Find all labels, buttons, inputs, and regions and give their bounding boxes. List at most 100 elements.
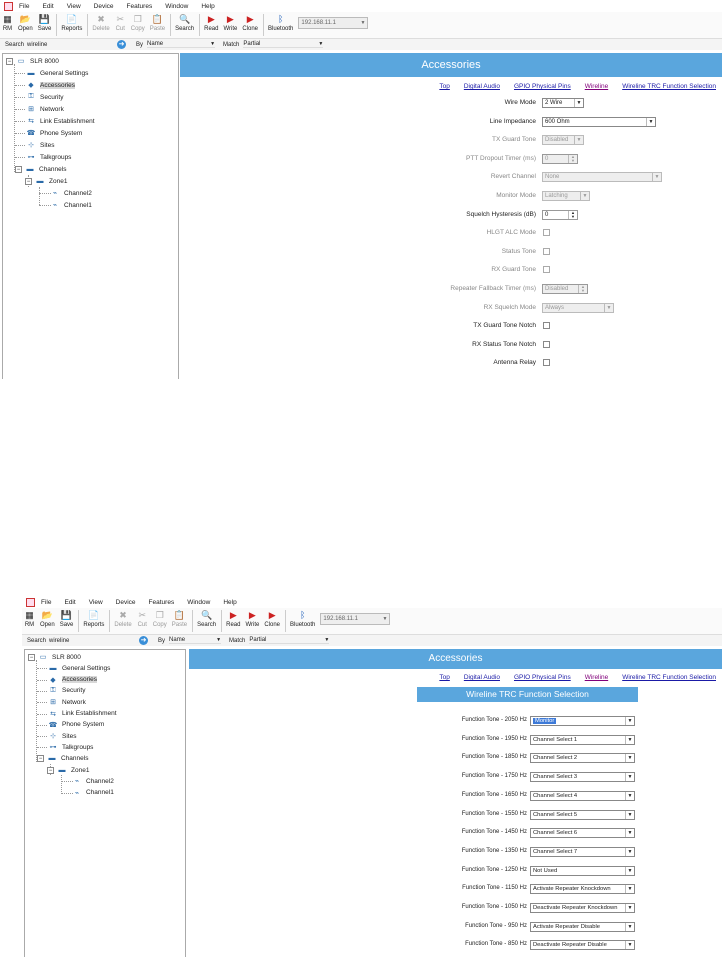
rx-status-tone-notch-checkbox[interactable] <box>543 340 550 348</box>
function-tone-950-hz-select[interactable]: Activate Repeater Disable ▼ <box>530 921 635 932</box>
function-tone-1150-hz-select[interactable]: Activate Repeater Knockdown ▼ <box>530 884 635 895</box>
search-go-icon[interactable]: ➜ <box>139 636 149 645</box>
delete-button[interactable]: ✖ Delete <box>114 610 131 628</box>
save-button[interactable]: 💾 Save <box>60 610 74 628</box>
repeater-fallback-timer-ms-stepper[interactable]: Disabled ▲ ▼ <box>542 284 588 294</box>
revert-channel-select[interactable]: None ▼ <box>542 172 662 183</box>
tree-item-phone-system[interactable]: ☎ Phone System <box>25 129 83 138</box>
tree-item-link-establishment[interactable]: ⇆ Link Establishment <box>47 710 117 718</box>
rx-guard-tone-checkbox[interactable] <box>543 266 550 274</box>
rx-squelch-mode-select[interactable]: Always ▼ <box>542 302 614 313</box>
cut-button[interactable]: ✂ Cut <box>115 14 126 32</box>
tree-item-channel1[interactable]: ⌁ Channel1 <box>71 789 114 797</box>
tree-item-slr-8000[interactable]: − ▭ SLR 8000 <box>28 653 81 661</box>
function-tone-850-hz-select[interactable]: Deactivate Repeater Disable ▼ <box>530 940 635 951</box>
function-tone-1850-hz-select[interactable]: Channel Select 2 ▼ <box>530 753 635 764</box>
tree-item-talkgroups[interactable]: ⊶ Talkgroups <box>47 743 94 752</box>
tree-collapse-toggle[interactable]: − <box>25 177 32 185</box>
clone-button[interactable]: ▶ Clone <box>242 14 258 32</box>
rm-button[interactable]: ▦ RM <box>2 14 13 32</box>
copy-button[interactable]: ❐ Copy <box>153 610 167 628</box>
tree-item-accessories[interactable]: ◆ Accessories <box>47 676 98 684</box>
link-wireline-trc-function-selection[interactable]: Wireline TRC Function Selection <box>622 674 716 681</box>
menu-help[interactable]: Help <box>201 3 214 10</box>
tree-item-network[interactable]: ⊞ Network <box>47 698 86 707</box>
bluetooth-button[interactable]: ᛒ Bluetooth <box>268 14 293 32</box>
search-button[interactable]: 🔍 Search <box>175 14 194 32</box>
tree-collapse-toggle[interactable]: − <box>37 755 44 763</box>
tree-item-channels[interactable]: − ▬ Channels <box>15 165 66 173</box>
function-tone-1050-hz-select[interactable]: Deactivate Repeater Knockdown ▼ <box>530 903 635 913</box>
menu-features[interactable]: Features <box>149 599 175 606</box>
cut-button[interactable]: ✂ Cut <box>137 610 148 628</box>
menu-help[interactable]: Help <box>223 599 236 606</box>
squelch-hysteresis-db-stepper[interactable]: 0 ▲ ▼ <box>542 209 578 220</box>
menu-file[interactable]: File <box>41 599 51 606</box>
tree-item-security[interactable]: ⚿ Security <box>25 93 63 101</box>
menu-features[interactable]: Features <box>127 3 153 10</box>
paste-button[interactable]: 📋 Paste <box>172 610 187 628</box>
function-tone-1350-hz-select[interactable]: Channel Select 7 ▼ <box>530 846 635 857</box>
read-button[interactable]: ▶ Read <box>226 610 240 628</box>
menu-window[interactable]: Window <box>165 3 188 10</box>
tree-item-link-establishment[interactable]: ⇆ Link Establishment <box>25 117 95 126</box>
monitor-mode-select[interactable]: Latching ▼ <box>542 191 590 201</box>
tree-item-channel1[interactable]: ⌁ Channel1 <box>49 201 92 210</box>
menu-view[interactable]: View <box>89 599 103 606</box>
open-button[interactable]: 📂 Open <box>18 14 33 32</box>
wire-mode-select[interactable]: 2 Wire ▼ <box>542 98 584 108</box>
tree-item-sites[interactable]: ⊹ Sites <box>47 732 76 741</box>
search-input[interactable]: wireline <box>27 42 117 48</box>
by-select[interactable]: Name ▼ <box>169 637 222 644</box>
tree-item-network[interactable]: ⊞ Network <box>25 105 64 114</box>
tree-item-channels[interactable]: − ▬ Channels <box>37 755 88 763</box>
tree-item-zone1[interactable]: − ▬ Zone1 <box>47 766 89 774</box>
tree-collapse-toggle[interactable]: − <box>28 653 35 661</box>
function-tone-2050-hz-select[interactable]: Monitor ▼ <box>530 716 635 726</box>
bluetooth-button[interactable]: ᛒ Bluetooth <box>290 610 315 628</box>
function-tone-1950-hz-select[interactable]: Channel Select 1 ▼ <box>530 734 635 745</box>
match-select[interactable]: Partial ▼ <box>249 637 330 644</box>
link-wireline[interactable]: Wireline <box>585 674 608 681</box>
open-button[interactable]: 📂 Open <box>40 610 55 628</box>
tree-item-general-settings[interactable]: ▬ General Settings <box>47 664 111 672</box>
menu-edit[interactable]: Edit <box>64 599 75 606</box>
menu-window[interactable]: Window <box>187 599 210 606</box>
by-select[interactable]: Name ▼ <box>147 41 216 48</box>
tree-item-security[interactable]: ⚿ Security <box>47 687 85 695</box>
paste-button[interactable]: 📋 Paste <box>150 14 165 32</box>
tx-guard-tone-notch-checkbox[interactable] <box>543 322 550 330</box>
tree-item-accessories[interactable]: ◆ Accessories <box>25 81 76 89</box>
save-button[interactable]: 💾 Save <box>38 14 52 32</box>
tree-collapse-toggle[interactable]: − <box>6 57 13 65</box>
search-button[interactable]: 🔍 Search <box>197 610 216 628</box>
tree-collapse-toggle[interactable]: − <box>15 165 22 173</box>
match-select[interactable]: Partial ▼ <box>243 41 324 48</box>
link-digital-audio[interactable]: Digital Audio <box>464 83 500 90</box>
tree-item-phone-system[interactable]: ☎ Phone System <box>47 721 105 729</box>
link-gpio-physical-pins[interactable]: GPIO Physical Pins <box>514 83 571 90</box>
menu-file[interactable]: File <box>19 3 29 10</box>
tree-item-talkgroups[interactable]: ⊶ Talkgroups <box>25 153 72 162</box>
tx-guard-tone-select[interactable]: Disabled ▼ <box>542 135 584 146</box>
link-wireline-trc-function-selection[interactable]: Wireline TRC Function Selection <box>622 83 716 90</box>
tree-item-channel2[interactable]: ⌁ Channel2 <box>71 777 114 786</box>
write-button[interactable]: ▶ Write <box>223 14 237 32</box>
menu-device[interactable]: Device <box>94 3 114 10</box>
tree-item-channel2[interactable]: ⌁ Channel2 <box>49 189 92 198</box>
function-tone-1250-hz-select[interactable]: Not Used ▼ <box>530 865 635 876</box>
menu-edit[interactable]: Edit <box>42 3 53 10</box>
reports-button[interactable]: 📄 Reports <box>83 610 104 628</box>
rm-button[interactable]: ▦ RM <box>24 610 35 628</box>
read-button[interactable]: ▶ Read <box>204 14 218 32</box>
line-impedance-select[interactable]: 600 Ohm ▼ <box>542 116 656 127</box>
ip-address-select[interactable]: 192.168.11.1 ▼ <box>320 613 391 625</box>
link-top[interactable]: Top <box>439 674 449 681</box>
ptt-dropout-timer-ms-stepper[interactable]: 0 ▲ ▼ <box>542 153 578 164</box>
menu-view[interactable]: View <box>67 3 81 10</box>
function-tone-1450-hz-select[interactable]: Channel Select 6 ▼ <box>530 828 635 839</box>
link-digital-audio[interactable]: Digital Audio <box>464 674 500 681</box>
tree-item-zone1[interactable]: − ▬ Zone1 <box>25 177 67 185</box>
function-tone-1750-hz-select[interactable]: Channel Select 3 ▼ <box>530 772 635 783</box>
copy-button[interactable]: ❐ Copy <box>131 14 145 32</box>
